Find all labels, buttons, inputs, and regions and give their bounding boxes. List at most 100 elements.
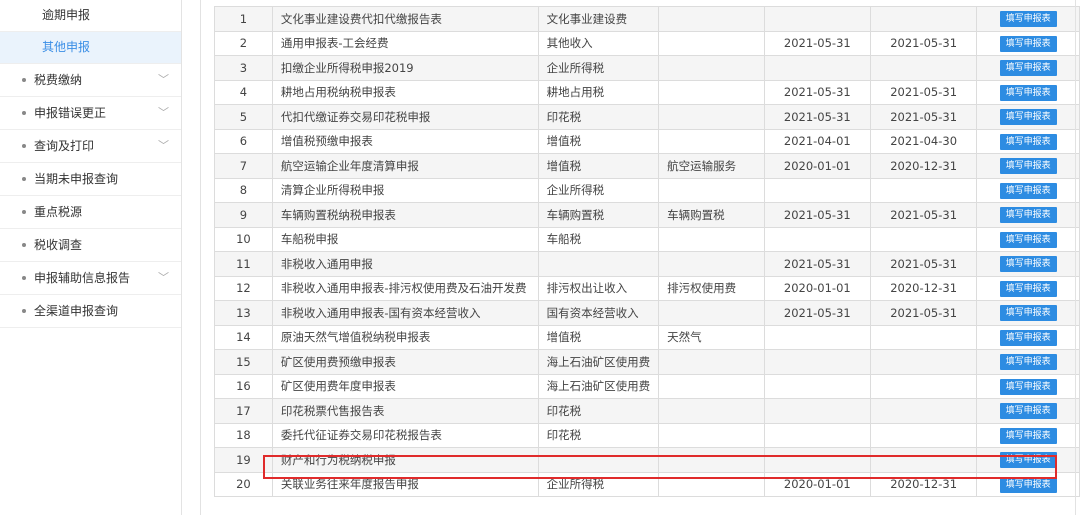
sidebar-item-label: 当期未申报查询 <box>34 172 119 186</box>
fill-declaration-button[interactable]: 填写申报表 <box>999 158 1057 175</box>
fill-declaration-button[interactable]: 填写申报表 <box>999 109 1057 126</box>
period-start <box>763 6 871 32</box>
fill-declaration-button[interactable]: 填写申报表 <box>999 60 1057 77</box>
row-number: 17 <box>214 398 273 424</box>
tax-type <box>537 447 660 473</box>
tax-type: 车船税 <box>537 226 660 252</box>
sidebar-item-tax-payment[interactable]: 税费缴纳 ﹀ <box>0 64 181 97</box>
sidebar-item-correction[interactable]: 申报错误更正 ﹀ <box>0 97 181 130</box>
period-end: 2021-05-31 <box>869 202 978 228</box>
declaration-name: 财产和行为税纳税申报 <box>271 447 539 473</box>
chevron-down-icon: ﹀ <box>158 271 169 284</box>
period-end <box>869 324 978 350</box>
tax-type: 企业所得税 <box>537 177 660 203</box>
fill-declaration-button[interactable]: 填写申报表 <box>999 378 1057 395</box>
sidebar-item-query-print[interactable]: 查询及打印 ﹀ <box>0 130 181 163</box>
sidebar-subitem-overdue[interactable]: 逾期申报 <box>0 0 181 32</box>
tax-type: 排污权出让收入 <box>537 275 660 301</box>
action-cell: 填写申报表 <box>976 275 1080 301</box>
row-number: 10 <box>214 226 273 252</box>
fill-declaration-button[interactable]: 填写申报表 <box>999 256 1057 273</box>
sidebar-subitem-other[interactable]: 其他申报 <box>0 32 181 64</box>
sidebar-item-tax-survey[interactable]: 税收调查 <box>0 229 181 262</box>
fill-declaration-button[interactable]: 填写申报表 <box>999 427 1057 444</box>
declaration-name: 印花税票代售报告表 <box>271 398 539 424</box>
table-row: 15 矿区使用费预缴申报表 海上石油矿区使用费 填写申报表 <box>214 349 1080 375</box>
row-number: 19 <box>214 447 273 473</box>
declaration-name: 委托代征证券交易印花税报告表 <box>271 422 539 448</box>
sidebar-item-key-tax-source[interactable]: 重点税源 <box>0 196 181 229</box>
declaration-name: 车船税申报 <box>271 226 539 252</box>
tax-item <box>658 30 765 56</box>
sidebar-item-label: 全渠道申报查询 <box>34 304 119 318</box>
declaration-name: 增值税预缴申报表 <box>271 128 539 154</box>
table-row: 17 印花税票代售报告表 印花税 填写申报表 <box>214 398 1080 424</box>
sidebar-item-label: 查询及打印 <box>34 139 95 153</box>
tax-item <box>658 177 765 203</box>
action-cell: 填写申报表 <box>976 153 1080 179</box>
declaration-name: 非税收入通用申报表-国有资本经营收入 <box>271 300 539 326</box>
period-start: 2020-01-01 <box>763 275 871 301</box>
fill-declaration-button[interactable]: 填写申报表 <box>999 207 1057 224</box>
tax-type: 增值税 <box>537 128 660 154</box>
bullet-icon <box>22 111 26 115</box>
sidebar-item-all-channel-query[interactable]: 全渠道申报查询 <box>0 295 181 328</box>
tax-type: 文化事业建设费 <box>537 6 660 32</box>
fill-declaration-button[interactable]: 填写申报表 <box>999 452 1057 469</box>
action-cell: 填写申报表 <box>976 177 1080 203</box>
fill-declaration-button[interactable]: 填写申报表 <box>999 476 1057 493</box>
period-end <box>869 398 978 424</box>
declaration-name: 原油天然气增值税纳税申报表 <box>271 324 539 350</box>
bullet-icon <box>22 177 26 181</box>
fill-declaration-button[interactable]: 填写申报表 <box>999 11 1057 28</box>
period-start: 2020-01-01 <box>763 471 871 497</box>
action-cell: 填写申报表 <box>976 55 1080 81</box>
action-cell: 填写申报表 <box>976 471 1080 497</box>
period-end: 2021-05-31 <box>869 300 978 326</box>
fill-declaration-button[interactable]: 填写申报表 <box>999 305 1057 322</box>
tax-type: 海上石油矿区使用费 <box>537 373 660 399</box>
period-start: 2021-05-31 <box>763 104 871 130</box>
fill-declaration-button[interactable]: 填写申报表 <box>999 280 1057 297</box>
declaration-name: 耕地占用税纳税申报表 <box>271 79 539 105</box>
bullet-icon <box>22 144 26 148</box>
fill-declaration-button[interactable]: 填写申报表 <box>999 35 1057 52</box>
fill-declaration-button[interactable]: 填写申报表 <box>999 329 1057 346</box>
tax-item: 排污权使用费 <box>658 275 765 301</box>
declaration-name: 扣缴企业所得税申报2019 <box>271 55 539 81</box>
table-row: 7 航空运输企业年度清算申报 增值税 航空运输服务 2020-01-01 2020-12-… <box>214 153 1080 179</box>
table-row: 11 非税收入通用申报 2021-05-31 2021-05-31 填写申报表 <box>214 251 1080 277</box>
tax-type: 车辆购置税 <box>537 202 660 228</box>
row-number: 13 <box>214 300 273 326</box>
tax-item <box>658 300 765 326</box>
fill-declaration-button[interactable]: 填写申报表 <box>999 231 1057 248</box>
row-number: 14 <box>214 324 273 350</box>
fill-declaration-button[interactable]: 填写申报表 <box>999 354 1057 371</box>
bullet-icon <box>22 243 26 247</box>
tax-type: 增值税 <box>537 153 660 179</box>
fill-declaration-button[interactable]: 填写申报表 <box>999 84 1057 101</box>
table-row: 2 通用申报表-工会经费 其他收入 2021-05-31 2021-05-31 填写申报表 <box>214 30 1080 56</box>
declaration-name: 车辆购置税纳税申报表 <box>271 202 539 228</box>
action-cell: 填写申报表 <box>976 6 1080 32</box>
action-cell: 填写申报表 <box>976 349 1080 375</box>
fill-declaration-button[interactable]: 填写申报表 <box>999 182 1057 199</box>
period-start <box>763 422 871 448</box>
divider <box>1075 0 1076 515</box>
fill-declaration-button[interactable]: 填写申报表 <box>999 403 1057 420</box>
action-cell: 填写申报表 <box>976 373 1080 399</box>
table-row: 9 车辆购置税纳税申报表 车辆购置税 车辆购置税 2021-05-31 2021-05-3… <box>214 202 1080 228</box>
sidebar-item-aux-info-report[interactable]: 申报辅助信息报告 ﹀ <box>0 262 181 295</box>
action-cell: 填写申报表 <box>976 398 1080 424</box>
sidebar-item-label: 重点税源 <box>34 205 83 219</box>
bullet-icon <box>22 276 26 280</box>
declaration-name: 航空运输企业年度清算申报 <box>271 153 539 179</box>
period-end: 2021-05-31 <box>869 251 978 277</box>
fill-declaration-button[interactable]: 填写申报表 <box>999 133 1057 150</box>
period-start <box>763 373 871 399</box>
tax-type: 印花税 <box>537 104 660 130</box>
tax-type: 其他收入 <box>537 30 660 56</box>
sidebar-item-unfiled-query[interactable]: 当期未申报查询 <box>0 163 181 196</box>
main-content: 1 文化事业建设费代扣代缴报告表 文化事业建设费 填写申报表 2 通用申报表-工会经费 其他… <box>200 0 1080 515</box>
tax-item: 航空运输服务 <box>658 153 765 179</box>
